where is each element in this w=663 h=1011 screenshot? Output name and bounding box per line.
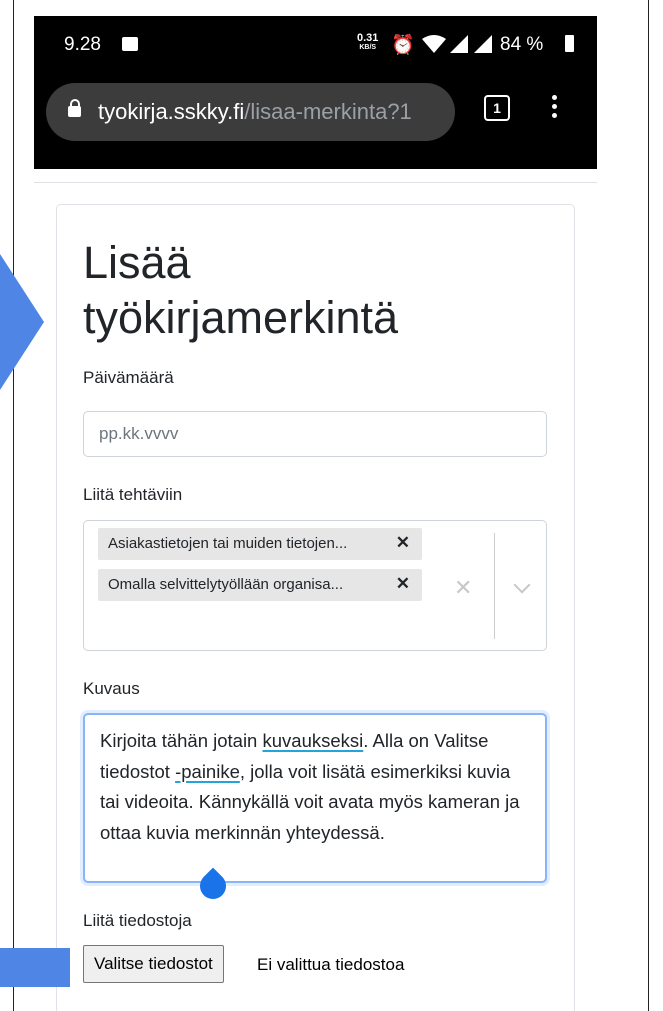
status-time: 9.28 [64, 34, 101, 55]
tasks-multiselect[interactable]: Asiakastietojen tai muiden tietojen... ✕… [83, 520, 547, 651]
date-label: Päivämäärä [83, 368, 174, 387]
url-host: tyokirja.sskky.fi [98, 99, 245, 124]
url-text[interactable]: tyokirja.sskky.fi/lisaa-merkinta?1 [98, 99, 412, 125]
image-notification-icon [122, 37, 138, 51]
choose-files-button[interactable]: Valitse tiedostot [83, 945, 224, 983]
entry-form-card: Lisää työkirjamerkintä Päivämäärä Liitä … [56, 204, 575, 1011]
status-bar: 9.28 0.31 KB/S ⏰ 84 % [34, 16, 597, 75]
address-bar[interactable]: tyokirja.sskky.fi/lisaa-merkinta?1 [46, 83, 455, 141]
chevron-down-icon[interactable] [513, 576, 531, 594]
remove-chip-icon[interactable]: ✕ [396, 533, 410, 553]
select-separator [494, 533, 495, 639]
files-label: Liitä tiedostoja [83, 911, 192, 930]
alarm-icon: ⏰ [391, 35, 415, 56]
network-speed-unit: KB/S [359, 44, 377, 51]
page-title: Lisää työkirjamerkintä [83, 235, 563, 345]
description-textarea[interactable]: Kirjoita tähän jotain kuvaukseksi. Alla … [83, 713, 547, 883]
phone-screen: 9.28 0.31 KB/S ⏰ 84 % tyokirja.sskky.fi/… [34, 16, 597, 1011]
browser-toolbar: tyokirja.sskky.fi/lisaa-merkinta?1 1 [34, 75, 597, 169]
page-title-line-1: Lisää [83, 237, 191, 288]
battery-icon [565, 35, 574, 52]
task-chip-label: Asiakastietojen tai muiden tietojen... [108, 535, 348, 552]
tab-switcher-button[interactable]: 1 [484, 95, 510, 121]
file-status-text: Ei valittua tiedostoa [257, 955, 405, 974]
annotation-arrow-right [0, 254, 44, 390]
spellcheck-word[interactable]: kuvaukseksi [263, 730, 364, 751]
signal-icon-1 [450, 35, 468, 53]
description-label: Kuvaus [83, 679, 140, 698]
signal-icon-2 [474, 35, 492, 53]
lock-icon[interactable] [68, 99, 81, 117]
frame-border-right [648, 0, 649, 1011]
page-title-line-2: työkirjamerkintä [83, 292, 399, 343]
remove-chip-icon[interactable]: ✕ [396, 574, 410, 594]
battery-percent: 84 % [500, 34, 544, 55]
wifi-icon [422, 35, 446, 53]
task-chip: Omalla selvittelytyöllään organisa... ✕ [98, 569, 422, 601]
task-chip-label: Omalla selvittelytyöllään organisa... [108, 576, 344, 593]
browser-menu-icon[interactable] [545, 93, 565, 121]
header-divider [34, 182, 597, 183]
task-chip: Asiakastietojen tai muiden tietojen... ✕ [98, 528, 422, 560]
network-speed: 0.31 KB/S [357, 33, 378, 53]
spellcheck-word[interactable]: -painike [175, 761, 240, 782]
annotation-marker [0, 948, 70, 987]
description-text: Kirjoita tähän jotain [100, 730, 263, 751]
clear-all-icon[interactable]: ✕ [454, 575, 472, 601]
frame-border-left [13, 0, 14, 1011]
tasks-label: Liitä tehtäviin [83, 485, 183, 504]
url-path: /lisaa-merkinta?1 [244, 99, 412, 124]
date-input[interactable] [83, 411, 547, 457]
